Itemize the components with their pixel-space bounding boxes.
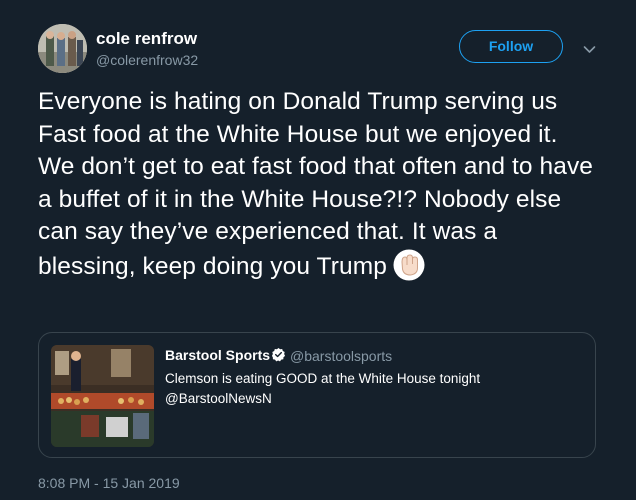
avatar[interactable] <box>38 24 87 73</box>
tweet-timestamp[interactable]: 8:08 PM - 15 Jan 2019 <box>38 475 180 491</box>
quoted-text-line: Clemson is eating GOOD at the White Hous… <box>165 371 481 386</box>
tweet-text: Everyone is hating on Donald Trump servi… <box>38 88 594 280</box>
author-name[interactable]: cole renfrow <box>96 29 197 49</box>
avatar-photo <box>38 24 87 73</box>
quoted-tweet-photo[interactable] <box>51 345 154 447</box>
quoted-tweet[interactable]: Barstool Sports @barstoolsports Clemson … <box>38 332 596 458</box>
follow-button[interactable]: Follow <box>459 30 563 63</box>
quoted-author-handle[interactable]: @barstoolsports <box>290 348 392 364</box>
quoted-author-name[interactable]: Barstool Sports <box>165 347 270 363</box>
verified-badge-icon <box>271 347 286 367</box>
quoted-tweet-text: Clemson is eating GOOD at the White Hous… <box>165 369 585 409</box>
tweet-body: Everyone is hating on Donald Trump servi… <box>38 86 598 290</box>
author-handle[interactable]: @colerenfrow32 <box>96 52 198 68</box>
raised-fist-icon <box>393 249 425 291</box>
quoted-mention-link[interactable]: @BarstoolNewsN <box>165 389 585 409</box>
chevron-down-icon[interactable] <box>583 41 596 59</box>
